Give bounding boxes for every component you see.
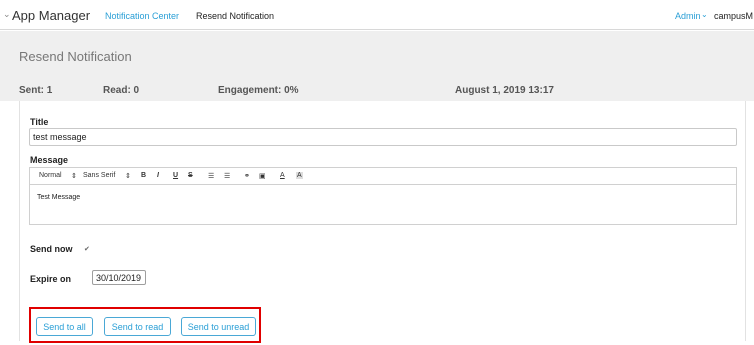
bullet-list-icon[interactable]: ☰ xyxy=(224,172,230,180)
chevron-down-icon[interactable]: ⌄ xyxy=(3,9,11,20)
read-count: Read: 0 xyxy=(103,85,140,96)
title-label: Title xyxy=(30,117,49,127)
background-color-icon[interactable]: A xyxy=(296,172,303,179)
sent-date: August 1, 2019 13:17 xyxy=(455,85,554,96)
campus-label: campusM xyxy=(714,11,754,21)
top-bar: ⌄ App Manager Notification Center Resend… xyxy=(0,0,754,30)
underline-button[interactable]: U xyxy=(173,172,178,179)
breadcrumb-notification-center[interactable]: Notification Center xyxy=(105,11,179,21)
image-icon[interactable]: ▣ xyxy=(259,172,266,180)
link-icon[interactable]: ⚭ xyxy=(244,172,250,180)
font-family-select[interactable]: Sans Serif xyxy=(83,172,115,179)
breadcrumb-resend-notification: Resend Notification xyxy=(196,11,275,21)
sent-count: Sent: 1 xyxy=(19,85,53,96)
bold-button[interactable]: B xyxy=(141,172,146,179)
editor-toolbar: Normal ⇕ Sans Serif ⇕ B I U S ☰ ☰ ⚭ ▣ A … xyxy=(29,167,737,185)
select-arrows-icon[interactable]: ⇕ xyxy=(125,172,131,180)
strike-button[interactable]: S xyxy=(188,172,193,179)
notification-summary-panel: Resend Notification Sent: 1 Read: 0 Enga… xyxy=(0,31,754,101)
text-color-icon[interactable]: A xyxy=(280,172,285,179)
expire-on-label: Expire on xyxy=(30,274,72,284)
ordered-list-icon[interactable]: ☰ xyxy=(208,172,214,180)
send-to-unread-button[interactable]: Send to unread xyxy=(181,317,256,336)
send-now-checkbox[interactable]: ✔ xyxy=(84,245,90,253)
send-to-read-button[interactable]: Send to read xyxy=(104,317,171,336)
page-title: Resend Notification xyxy=(19,49,132,64)
chevron-down-icon[interactable]: ⌄ xyxy=(701,10,708,19)
app-title[interactable]: App Manager xyxy=(12,8,90,23)
engagement-stat: Engagement: 0% xyxy=(218,85,299,96)
message-label: Message xyxy=(30,155,69,165)
expire-date-input[interactable] xyxy=(92,270,146,285)
send-to-all-button[interactable]: Send to all xyxy=(36,317,93,336)
select-arrows-icon[interactable]: ⇕ xyxy=(71,172,77,180)
admin-menu[interactable]: Admin xyxy=(675,11,701,21)
font-size-select[interactable]: Normal xyxy=(39,172,62,179)
title-input[interactable] xyxy=(29,128,737,146)
message-editor[interactable]: Test Message xyxy=(29,185,737,225)
send-now-label: Send now xyxy=(30,244,73,254)
italic-button[interactable]: I xyxy=(157,172,159,179)
